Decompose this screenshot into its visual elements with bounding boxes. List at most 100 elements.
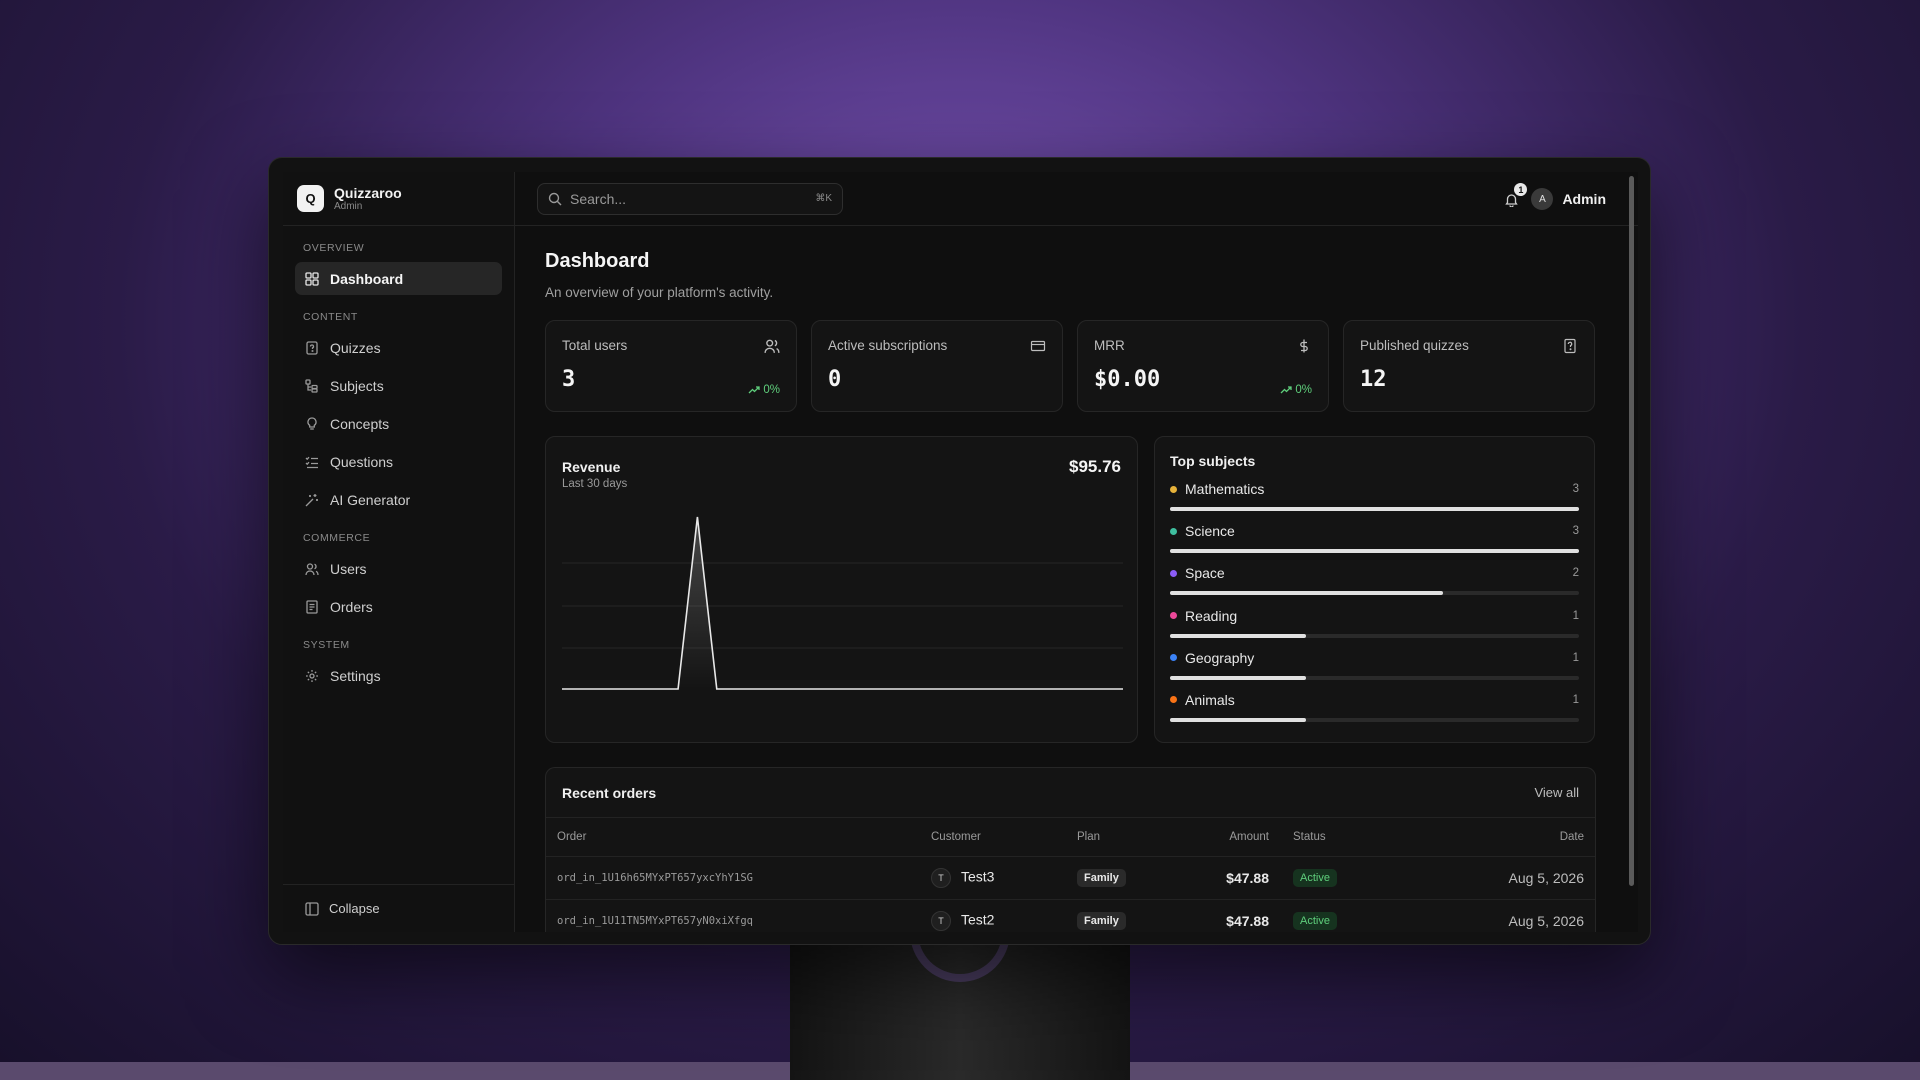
subject-bar-track	[1170, 591, 1579, 596]
sidebar: Q Quizzaroo Admin OVERVIEW Dashboard CON…	[283, 172, 515, 932]
topbar: ⌘K 1 A Admin	[515, 172, 1638, 886]
subject-color-dot	[1170, 654, 1177, 662]
customer-name: Test3	[961, 868, 995, 885]
stat-card-active-subscriptions[interactable]: Active subscriptions 0	[811, 320, 1063, 412]
status-badge: Active	[1293, 912, 1337, 930]
subject-name: Science	[1185, 523, 1235, 540]
subject-color-dot	[1170, 569, 1177, 577]
table-row[interactable]: ord_in_1U11TN5MYxPT657yN0xiXfgq T Test2 F…	[546, 899, 1595, 932]
sidebar-item-subjects[interactable]: Subjects	[295, 369, 502, 402]
stats-row: Total users 3 0% Active subscriptions 0 …	[545, 320, 1606, 412]
sidebar-item-concepts[interactable]: Concepts	[295, 407, 502, 440]
subject-row[interactable]: Space 2	[1170, 565, 1579, 607]
view-all-link[interactable]: View all	[1534, 785, 1579, 800]
subject-count: 1	[1572, 693, 1579, 706]
order-date: Aug 5, 2026	[1395, 856, 1595, 900]
search-box[interactable]: ⌘K	[537, 182, 843, 215]
stat-card-total-users[interactable]: Total users 3 0%	[545, 320, 797, 412]
subjects-icon	[305, 378, 319, 393]
column-header-date[interactable]: Date	[1395, 818, 1595, 857]
sidebar-item-label: Subjects	[330, 377, 384, 394]
brand[interactable]: Q Quizzaroo Admin	[283, 172, 514, 226]
notifications-button[interactable]: 1	[1501, 183, 1528, 209]
subject-name: Animals	[1185, 691, 1235, 708]
subject-name: Mathematics	[1185, 481, 1265, 497]
order-date: Aug 5, 2026	[1395, 899, 1595, 932]
credit-card-icon	[1030, 338, 1046, 354]
column-header-customer[interactable]: Customer	[931, 818, 1077, 857]
stat-value: $0.00	[1094, 367, 1161, 392]
dashboard-icon	[305, 271, 319, 286]
subject-row[interactable]: Animals 1	[1170, 692, 1579, 734]
gear-icon	[305, 669, 319, 683]
sidebar-item-label: Settings	[330, 667, 381, 684]
subject-bar-track	[1170, 675, 1579, 680]
brand-role: Admin	[334, 200, 363, 212]
page-subtitle: An overview of your platform's activity.	[545, 285, 774, 300]
trend-up-icon	[1280, 386, 1293, 394]
document-icon	[1562, 338, 1578, 354]
stat-value: 3	[562, 367, 576, 392]
stat-label: Published quizzes	[1360, 338, 1469, 353]
screen: Q Quizzaroo Admin OVERVIEW Dashboard CON…	[283, 172, 1638, 932]
subject-name: Space	[1185, 565, 1225, 582]
sidebar-item-quizzes[interactable]: Quizzes	[295, 331, 502, 364]
stat-trend-value: 0%	[763, 384, 780, 396]
monitor: Q Quizzaroo Admin OVERVIEW Dashboard CON…	[268, 157, 1651, 945]
avatar[interactable]: A	[1531, 188, 1554, 210]
subject-bar-track	[1170, 717, 1579, 722]
sidebar-item-label: Quizzes	[330, 339, 381, 356]
subject-count: 1	[1572, 651, 1579, 664]
sidebar-item-orders[interactable]: Orders	[295, 590, 502, 623]
sparkles-icon	[305, 493, 319, 507]
revenue-card: Revenue Last 30 days $95.76	[545, 436, 1138, 743]
table-row[interactable]: ord_in_1U16h65MYxPT657yxcYhY1SG T Test3 F…	[546, 856, 1595, 900]
main-area: ⌘K 1 A Admin Dashboard An overview of	[515, 172, 1638, 932]
quiz-icon	[305, 340, 319, 355]
subject-bar-fill	[1170, 549, 1579, 554]
stat-label: Total users	[562, 338, 628, 353]
order-id: ord_in_1U11TN5MYxPT657yN0xiXfgq	[546, 899, 931, 932]
sidebar-item-questions[interactable]: Questions	[295, 445, 502, 478]
column-header-status[interactable]: Status	[1271, 818, 1395, 857]
orders-table: Order Customer Plan Amount Status Date o…	[546, 818, 1595, 932]
customer-avatar: T	[931, 867, 951, 888]
subject-row[interactable]: Science 3	[1170, 523, 1579, 565]
stat-card-mrr[interactable]: MRR $0.00 0%	[1077, 320, 1329, 412]
column-header-amount[interactable]: Amount	[1171, 818, 1271, 857]
sidebar-item-label: Dashboard	[330, 270, 404, 287]
scrollbar[interactable]	[1629, 176, 1634, 886]
sidebar-item-dashboard[interactable]: Dashboard	[295, 262, 502, 295]
subject-bar-fill	[1170, 633, 1307, 638]
order-amount: $47.88	[1171, 856, 1271, 900]
user-name[interactable]: Admin	[1562, 191, 1606, 207]
revenue-title: Revenue	[562, 459, 621, 475]
revenue-subtitle: Last 30 days	[562, 478, 628, 490]
stat-card-published-quizzes[interactable]: Published quizzes 12	[1343, 320, 1595, 412]
search-input[interactable]	[570, 190, 816, 207]
lightbulb-icon	[305, 416, 319, 431]
trend-up-icon	[748, 386, 761, 394]
column-header-order[interactable]: Order	[546, 818, 931, 857]
column-header-plan[interactable]: Plan	[1077, 818, 1171, 857]
subject-row[interactable]: Mathematics 3	[1170, 481, 1579, 523]
collapse-button[interactable]: Collapse	[283, 884, 514, 932]
subject-bar-track	[1170, 549, 1579, 554]
nav-section-commerce: COMMERCE	[303, 532, 371, 544]
subject-color-dot	[1170, 527, 1177, 535]
sidebar-item-settings[interactable]: Settings	[295, 659, 502, 692]
sidebar-item-users[interactable]: Users	[295, 552, 502, 585]
brand-name: Quizzaroo	[334, 184, 402, 201]
dollar-icon	[1296, 338, 1312, 354]
subject-row[interactable]: Reading 1	[1170, 608, 1579, 650]
sidebar-item-label: Concepts	[330, 415, 390, 432]
subject-row[interactable]: Geography 1	[1170, 650, 1579, 692]
stat-trend: 0%	[748, 384, 780, 396]
subject-name: Reading	[1185, 607, 1238, 624]
stat-label: MRR	[1094, 338, 1125, 353]
sidebar-item-ai-generator[interactable]: AI Generator	[295, 483, 502, 516]
subject-color-dot	[1170, 696, 1177, 704]
search-shortcut: ⌘K	[815, 193, 832, 204]
subject-bar-fill	[1170, 675, 1307, 680]
sidebar-item-label: Questions	[330, 453, 394, 470]
